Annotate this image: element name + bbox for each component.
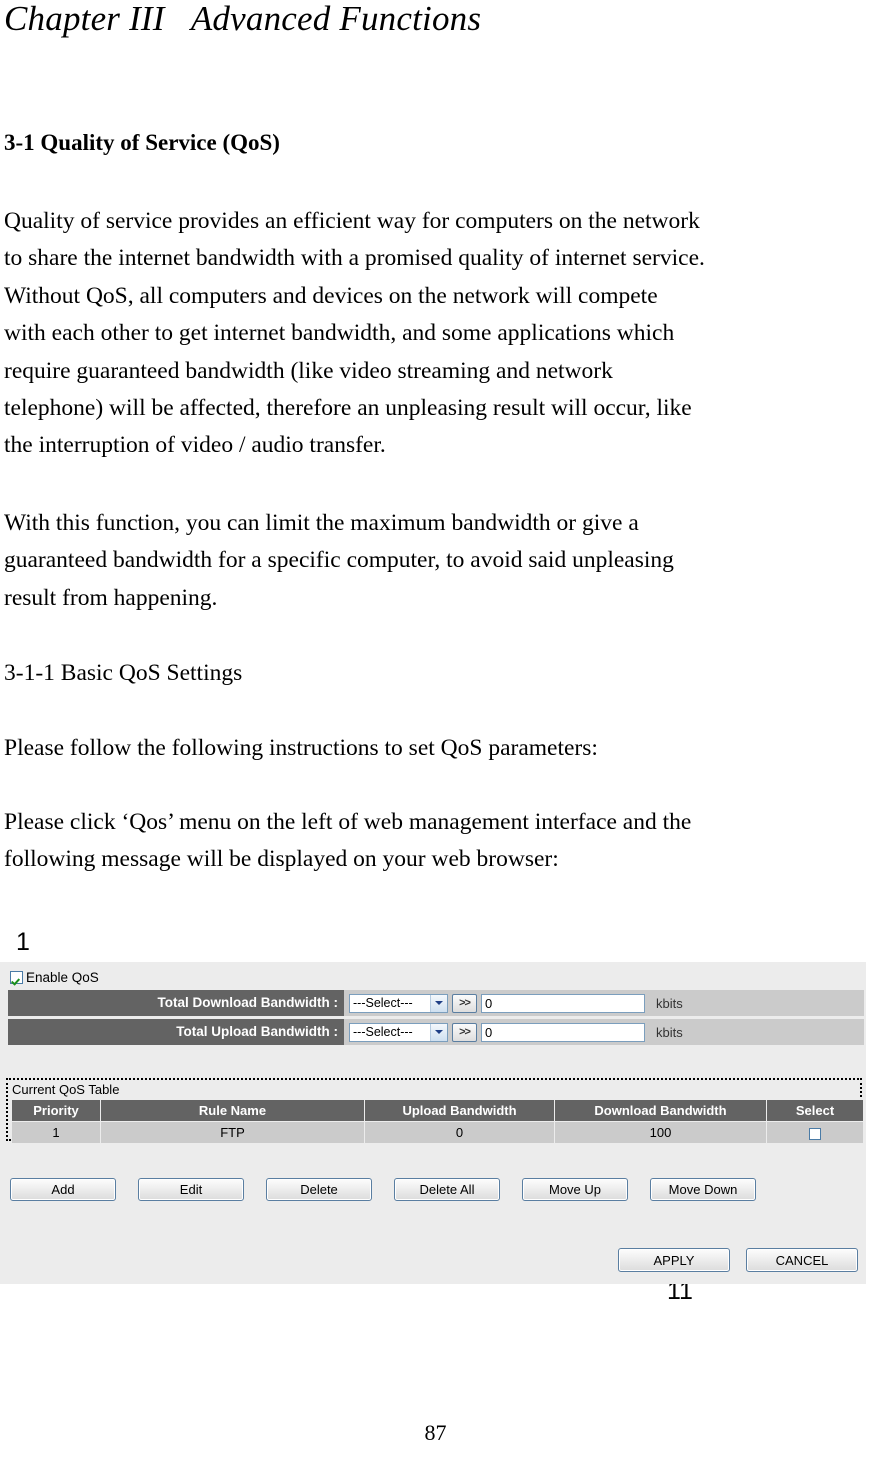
qos-action-buttons: Add Edit Delete Delete All Move Up Move … (10, 1178, 756, 1201)
upload-bandwidth-input[interactable]: 0 (481, 1022, 645, 1042)
page-number: 87 (424, 1420, 447, 1445)
cell-rule-name: FTP (100, 1121, 365, 1144)
apply-button[interactable]: APPLY (618, 1248, 730, 1272)
download-bandwidth-select-value: ---Select--- (353, 996, 413, 1010)
enable-qos-label: Enable QoS (26, 969, 99, 985)
chevron-down-icon[interactable] (430, 994, 447, 1012)
download-bandwidth-controls: ---Select--- >> 0 kbits (344, 993, 683, 1013)
paragraph-line: following message will be displayed on y… (4, 846, 559, 873)
move-up-button[interactable]: Move Up (522, 1178, 628, 1201)
chapter-title: Chapter III Advanced Functions (4, 0, 482, 38)
paragraph-line: require guaranteed bandwidth (like video… (4, 357, 613, 384)
delete-all-button[interactable]: Delete All (394, 1178, 500, 1201)
manual-page: Chapter III Advanced Functions 3-1 Quali… (0, 0, 871, 1472)
paragraph-line: Please click ‘Qos’ menu on the left of w… (4, 809, 692, 835)
current-qos-table: Priority Rule Name Upload Bandwidth Down… (11, 1099, 864, 1144)
paragraph-function: With this function, you can limit the ma… (4, 505, 870, 617)
checked-checkbox-icon[interactable] (10, 970, 23, 984)
row-select-checkbox-icon[interactable] (809, 1127, 821, 1140)
move-down-button[interactable]: Move Down (650, 1178, 756, 1201)
upload-bandwidth-select[interactable]: ---Select--- (349, 1022, 448, 1042)
add-button[interactable]: Add (10, 1178, 116, 1201)
enable-qos-row[interactable]: Enable QoS (10, 968, 99, 986)
upload-bandwidth-controls: ---Select--- >> 0 kbits (344, 1022, 683, 1042)
paragraph-instructions: Please follow the following instructions… (4, 730, 870, 767)
paragraph-line: guaranteed bandwidth for a specific comp… (4, 547, 674, 574)
current-qos-table-region: Current QoS Table Priority Rule Name Upl… (6, 1078, 864, 1144)
paragraph-line: Quality of service provides an efficient… (4, 208, 700, 234)
table-header-row: Priority Rule Name Upload Bandwidth Down… (11, 1099, 864, 1122)
paragraph-line: Without QoS, all computers and devices o… (4, 282, 658, 309)
column-header-download-bandwidth: Download Bandwidth (554, 1099, 767, 1122)
paragraph-line: With this function, you can limit the ma… (4, 510, 639, 536)
callout-1: 1 (16, 928, 30, 956)
edit-button[interactable]: Edit (138, 1178, 244, 1201)
subsection-heading: 3-1-1 Basic QoS Settings (4, 655, 870, 692)
table-row: 1 FTP 0 100 (11, 1121, 864, 1144)
upload-bandwidth-select-value: ---Select--- (353, 1025, 413, 1039)
cell-priority: 1 (11, 1121, 101, 1144)
total-upload-bandwidth-row: Total Upload Bandwidth : ---Select--- >>… (8, 1019, 864, 1045)
subsection-heading-text: 3-1-1 Basic QoS Settings (4, 660, 243, 686)
paragraph-line: the interruption of video / audio transf… (4, 432, 386, 459)
upload-bandwidth-unit: kbits (656, 1024, 683, 1040)
paragraph-line: telephone) will be affected, therefore a… (4, 395, 692, 422)
download-bandwidth-unit: kbits (656, 995, 683, 1011)
download-bandwidth-select[interactable]: ---Select--- (349, 993, 448, 1013)
paragraph-line: with each other to get internet bandwidt… (4, 320, 675, 347)
qos-settings-panel: Enable QoS Total Download Bandwidth : --… (0, 962, 866, 1284)
upload-bandwidth-apply-button[interactable]: >> (452, 1022, 477, 1042)
column-header-upload-bandwidth: Upload Bandwidth (364, 1099, 555, 1122)
delete-button[interactable]: Delete (266, 1178, 372, 1201)
form-submit-buttons: APPLY CANCEL (618, 1248, 858, 1272)
total-download-bandwidth-row: Total Download Bandwidth : ---Select--- … (8, 990, 864, 1016)
column-header-select: Select (766, 1099, 864, 1122)
total-upload-bandwidth-label: Total Upload Bandwidth : (8, 1019, 344, 1045)
paragraph-line: result from happening. (4, 584, 218, 611)
paragraph-intro: Quality of service provides an efficient… (4, 203, 870, 465)
download-bandwidth-input[interactable]: 0 (481, 993, 645, 1013)
cell-upload-bandwidth: 0 (364, 1121, 555, 1144)
paragraph-line: Please follow the following instructions… (4, 735, 598, 761)
download-bandwidth-apply-button[interactable]: >> (452, 993, 477, 1013)
paragraph-line: to share the internet bandwidth with a p… (4, 245, 705, 272)
section-heading: 3-1 Quality of Service (QoS) (4, 130, 280, 155)
paragraph-menu-click: Please click ‘Qos’ menu on the left of w… (4, 804, 870, 879)
cancel-button[interactable]: CANCEL (746, 1248, 858, 1272)
cell-download-bandwidth: 100 (554, 1121, 767, 1144)
total-download-bandwidth-label: Total Download Bandwidth : (8, 990, 344, 1016)
chevron-down-icon[interactable] (430, 1023, 447, 1041)
column-header-rule-name: Rule Name (100, 1099, 365, 1122)
column-header-priority: Priority (11, 1099, 101, 1122)
cell-select[interactable] (766, 1121, 864, 1144)
current-qos-table-caption: Current QoS Table (12, 1082, 120, 1097)
